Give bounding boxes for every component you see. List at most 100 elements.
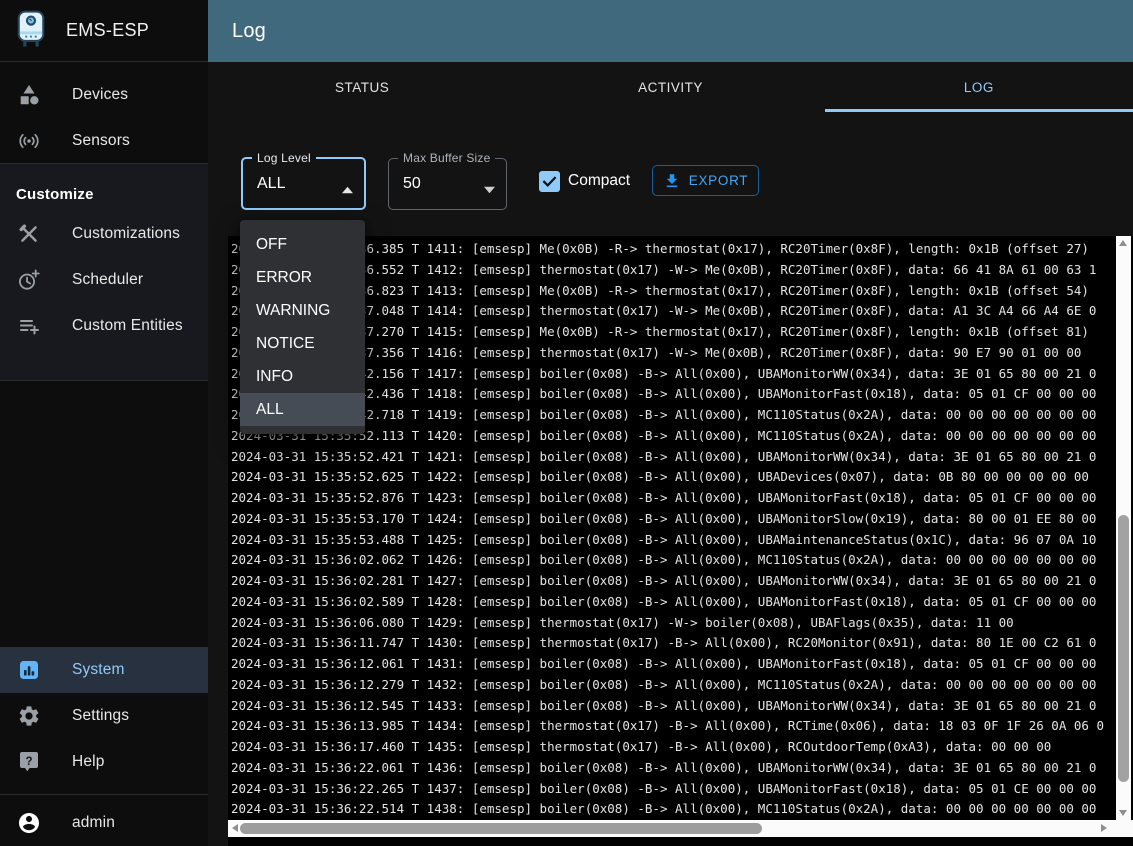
- sidebar-main-group: Devices Sensors: [0, 72, 208, 164]
- log-level-option-all[interactable]: ALL: [240, 393, 365, 426]
- sidebar-item-settings[interactable]: Settings: [0, 693, 208, 739]
- log-level-option-error[interactable]: ERROR: [240, 261, 365, 294]
- log-line: 2024-03-31 15:36:02.589 T 1428: [emsesp]…: [231, 592, 1116, 613]
- sidebar-item-label: Sensors: [72, 132, 130, 150]
- scroll-down-arrow[interactable]: [1119, 810, 1127, 816]
- log-line: 2024-03-31 15:36:02.062 T 1426: [emsesp]…: [231, 550, 1116, 571]
- log-level-option-notice[interactable]: NOTICE: [240, 327, 365, 360]
- sidebar-item-admin-user[interactable]: admin: [0, 800, 208, 846]
- sidebar-item-devices[interactable]: Devices: [0, 72, 208, 118]
- construction-icon: [17, 222, 41, 246]
- sidebar-item-label: System: [72, 661, 125, 679]
- log-line: 2024-03-31 15:36:13.985 T 1434: [emsesp]…: [231, 716, 1116, 737]
- sidebar-item-custom-entities[interactable]: Custom Entities: [0, 303, 208, 349]
- app-title: EMS-ESP: [66, 20, 149, 41]
- page-title: Log: [232, 20, 266, 43]
- sidebar-item-scheduler[interactable]: Scheduler: [0, 257, 208, 303]
- sidebar-item-label: Help: [72, 753, 104, 771]
- log-line: 2024-03-31 15:36:12.545 T 1433: [emsesp]…: [231, 696, 1116, 717]
- log-line: 2024-03-31 15:36:11.747 T 1430: [emsesp]…: [231, 633, 1116, 654]
- analytics-icon: [17, 658, 41, 682]
- scroll-left-arrow[interactable]: [232, 824, 238, 832]
- horizontal-scrollbar[interactable]: [228, 820, 1133, 837]
- max-buffer-size-select[interactable]: Max Buffer Size 50: [388, 158, 507, 210]
- more-time-icon: [17, 268, 41, 292]
- log-line: 2024-03-31 15:36:12.061 T 1431: [emsesp]…: [231, 654, 1116, 675]
- help-icon: ?: [17, 750, 41, 774]
- log-level-option-label: INFO: [256, 368, 293, 386]
- customize-section: Customize Customizations Scheduler: [0, 163, 208, 381]
- log-level-option-info[interactable]: INFO: [240, 360, 365, 393]
- max-buffer-size-label: Max Buffer Size: [398, 151, 495, 165]
- log-level-option-label: NOTICE: [256, 335, 315, 353]
- ems-esp-app: EMS-ESP Devices Sensors Customize: [0, 0, 1133, 846]
- sidebar-item-label: Customizations: [72, 225, 180, 243]
- gear-icon: [17, 704, 41, 728]
- log-line: 2024-03-31 15:35:52.625 T 1422: [emsesp]…: [231, 467, 1116, 488]
- check-icon: [541, 173, 558, 190]
- sidebar-item-help[interactable]: ? Help: [0, 739, 208, 785]
- category-icon: [17, 83, 41, 107]
- app-logo-row: EMS-ESP: [0, 0, 208, 62]
- export-button-label: EXPORT: [689, 173, 748, 188]
- sensors-icon: [17, 129, 41, 153]
- log-line: 2024-03-31 15:36:12.279 T 1432: [emsesp]…: [231, 675, 1116, 696]
- log-level-option-label: WARNING: [256, 302, 330, 320]
- vertical-scrollbar[interactable]: [1116, 236, 1131, 820]
- log-level-option-label: OFF: [256, 236, 287, 254]
- sidebar-item-label: Devices: [72, 86, 128, 104]
- log-line: 2024-03-31 15:35:53.170 T 1424: [emsesp]…: [231, 509, 1116, 530]
- sidebar-customize-group: Customizations Scheduler Custom Entities: [0, 211, 208, 349]
- log-level-label: Log Level: [252, 151, 316, 165]
- log-line: 2024-03-31 15:36:17.460 T 1435: [emsesp]…: [231, 737, 1116, 758]
- log-level-option-label: ERROR: [256, 269, 312, 287]
- log-line: 2024-03-31 15:36:06.080 T 1429: [emsesp]…: [231, 613, 1116, 634]
- svg-text:?: ?: [25, 756, 32, 768]
- download-icon: [663, 172, 681, 190]
- log-level-option-off[interactable]: OFF: [240, 228, 365, 261]
- log-level-option-label: ALL: [256, 401, 284, 419]
- tab-label: LOG: [964, 80, 994, 95]
- scroll-up-arrow[interactable]: [1119, 240, 1127, 246]
- log-line: 2024-03-31 15:36:22.265 T 1437: [emsesp]…: [231, 779, 1116, 800]
- tab-activity[interactable]: ACTIVITY: [516, 62, 824, 112]
- log-line: 2024-03-31 15:35:52.421 T 1421: [emsesp]…: [231, 447, 1116, 468]
- account-circle-icon: [17, 811, 41, 835]
- log-level-select[interactable]: Log Level ALL: [241, 157, 366, 210]
- caret-down-icon: [484, 181, 495, 188]
- log-level-value: ALL: [257, 175, 285, 193]
- vertical-scroll-thumb[interactable]: [1118, 515, 1129, 782]
- horizontal-scroll-thumb[interactable]: [240, 823, 762, 834]
- customize-section-header: Customize: [0, 164, 208, 211]
- log-line: 2024-03-31 15:36:02.281 T 1427: [emsesp]…: [231, 571, 1116, 592]
- sidebar-item-customizations[interactable]: Customizations: [0, 211, 208, 257]
- tab-log[interactable]: LOG: [825, 62, 1133, 112]
- log-level-menu: OFF ERROR WARNING NOTICE INFO: [240, 220, 365, 434]
- log-line: 2024-03-31 15:35:52.876 T 1423: [emsesp]…: [231, 488, 1116, 509]
- sidebar-item-sensors[interactable]: Sensors: [0, 118, 208, 164]
- log-line: 2024-03-31 15:35:53.488 T 1425: [emsesp]…: [231, 530, 1116, 551]
- export-button[interactable]: EXPORT: [652, 165, 759, 196]
- sidebar-item-label: Custom Entities: [72, 317, 183, 335]
- scroll-right-arrow[interactable]: [1101, 824, 1107, 832]
- log-level-option-warning[interactable]: WARNING: [240, 294, 365, 327]
- log-line: 2024-03-31 15:36:22.514 T 1438: [emsesp]…: [231, 799, 1116, 820]
- page-header: Log: [208, 0, 1133, 62]
- caret-up-icon: [342, 180, 353, 187]
- user-name: admin: [72, 814, 115, 832]
- compact-checkbox[interactable]: [539, 171, 560, 192]
- tab-label: ACTIVITY: [638, 80, 703, 95]
- sidebar-item-system[interactable]: System: [0, 647, 208, 693]
- tab-label: STATUS: [335, 80, 389, 95]
- sidebar-bottom-group: System Settings ? Help: [0, 647, 208, 785]
- playlist-add-icon: [17, 314, 41, 338]
- sidebar-divider: [0, 794, 208, 795]
- sidebar-item-label: Settings: [72, 707, 129, 725]
- tab-status[interactable]: STATUS: [208, 62, 516, 112]
- log-tab-content: Log Level ALL Max Buffer Size 50 Compact…: [208, 112, 1133, 846]
- log-line: 2024-03-31 15:36:22.061 T 1436: [emsesp]…: [231, 758, 1116, 779]
- max-buffer-size-value: 50: [403, 175, 421, 193]
- compact-label: Compact: [568, 170, 630, 192]
- tab-bar: STATUS ACTIVITY LOG: [208, 62, 1133, 112]
- sidebar: EMS-ESP Devices Sensors Customize: [0, 0, 208, 846]
